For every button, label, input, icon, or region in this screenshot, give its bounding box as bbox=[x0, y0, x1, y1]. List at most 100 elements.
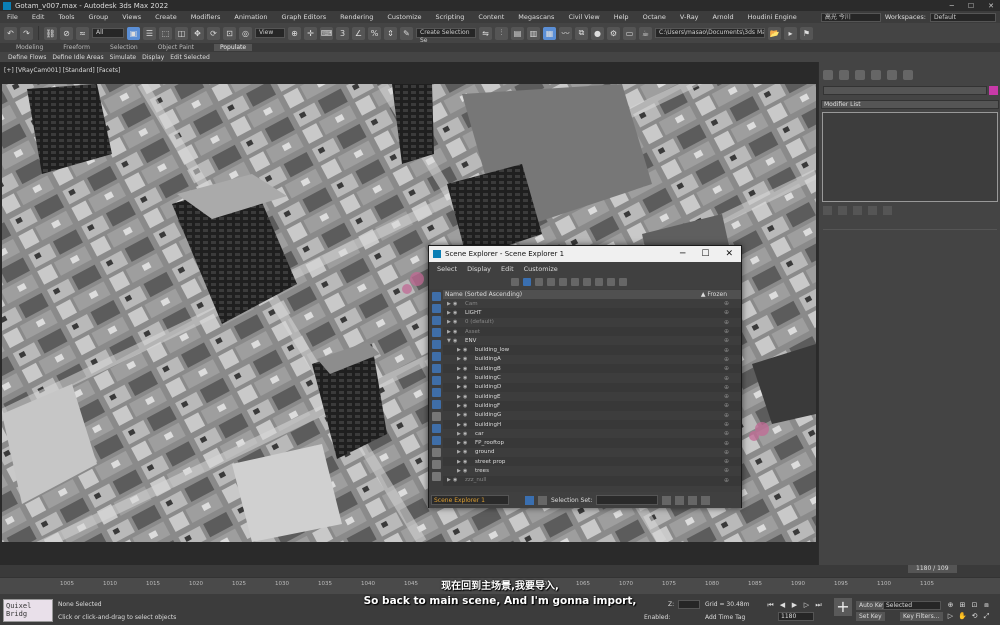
display-all-icon[interactable] bbox=[431, 292, 441, 301]
redo-icon[interactable]: ↷ bbox=[20, 26, 33, 40]
lights-filter-icon[interactable] bbox=[431, 328, 441, 337]
frozen-toggle-icon[interactable]: ⊕ bbox=[724, 412, 729, 419]
frozen-toggle-icon[interactable]: ⊕ bbox=[724, 356, 729, 363]
select-none-icon[interactable] bbox=[431, 460, 441, 469]
hierarchy-tab-icon[interactable] bbox=[855, 70, 865, 80]
curve-editor-icon[interactable]: 〰 bbox=[559, 26, 572, 40]
object-color-swatch[interactable] bbox=[989, 86, 998, 95]
region-select-icon[interactable]: ⬚ bbox=[159, 26, 172, 40]
rotate-icon[interactable]: ⟳ bbox=[207, 26, 220, 40]
align-icon[interactable]: ⫶ bbox=[495, 26, 508, 40]
select-by-name-icon[interactable]: ☰ bbox=[143, 26, 156, 40]
menu-scripting[interactable]: Scripting bbox=[429, 13, 472, 21]
time-slider[interactable] bbox=[0, 565, 1000, 577]
visibility-eye-icon[interactable]: ◉ bbox=[463, 468, 471, 474]
maximize-icon[interactable]: ☐ bbox=[968, 2, 974, 10]
motion-tab-icon[interactable] bbox=[871, 70, 881, 80]
filter-set-icon[interactable] bbox=[701, 495, 711, 505]
display-button[interactable]: Display bbox=[142, 54, 164, 61]
unlink-icon[interactable]: ⊘ bbox=[60, 26, 73, 40]
containers-filter-icon[interactable] bbox=[431, 412, 441, 421]
frozen-toggle-icon[interactable]: ⊕ bbox=[724, 365, 729, 372]
visibility-eye-icon[interactable]: ◉ bbox=[453, 338, 461, 344]
mirror-icon[interactable]: ⇋ bbox=[479, 26, 492, 40]
frozen-toggle-icon[interactable]: ⊕ bbox=[724, 458, 729, 465]
list-item[interactable]: ▶ ◉ ground ⊕ bbox=[443, 447, 741, 458]
groups-filter-icon[interactable] bbox=[431, 376, 441, 385]
menu-content[interactable]: Content bbox=[471, 13, 511, 21]
menu-arnold[interactable]: Arnold bbox=[706, 13, 741, 21]
menu-animation[interactable]: Animation bbox=[227, 13, 274, 21]
move-icon[interactable]: ✥ bbox=[191, 26, 204, 40]
se-menu-customize[interactable]: Customize bbox=[524, 265, 558, 273]
layer-settings-icon[interactable] bbox=[619, 278, 627, 286]
layer-explorer-toggle-icon[interactable] bbox=[525, 495, 534, 505]
visibility-eye-icon[interactable]: ◉ bbox=[463, 366, 471, 372]
visibility-eye-icon[interactable]: ◉ bbox=[463, 431, 471, 437]
remove-modifier-icon[interactable] bbox=[868, 206, 877, 215]
edit-set-icon[interactable] bbox=[675, 495, 685, 505]
add-to-layer-icon[interactable] bbox=[583, 278, 591, 286]
object-name-field[interactable] bbox=[823, 86, 987, 95]
menu-octane[interactable]: Octane bbox=[636, 13, 673, 21]
define-flows-button[interactable]: Define Flows bbox=[8, 54, 46, 61]
create-layer-icon[interactable] bbox=[547, 278, 555, 286]
undo-icon[interactable]: ↶ bbox=[4, 26, 17, 40]
place-icon[interactable]: ◎ bbox=[239, 26, 252, 40]
window-crossing-icon[interactable]: ◫ bbox=[175, 26, 188, 40]
spacewarps-filter-icon[interactable] bbox=[431, 364, 441, 373]
frozen-toggle-icon[interactable]: ⊕ bbox=[724, 347, 729, 354]
list-item[interactable]: ▶ ◉ building_low ⊕ bbox=[443, 345, 741, 354]
menu-civil-view[interactable]: Civil View bbox=[561, 13, 606, 21]
ribbon-tab-freeform[interactable]: Freeform bbox=[63, 44, 90, 51]
visibility-eye-icon[interactable]: ◉ bbox=[453, 329, 461, 335]
field-of-view-icon[interactable]: ▷ bbox=[946, 612, 955, 620]
menu-vray[interactable]: V-Ray bbox=[673, 13, 706, 21]
visibility-eye-icon[interactable]: ◉ bbox=[463, 384, 471, 390]
menu-customize[interactable]: Customize bbox=[380, 13, 428, 21]
list-item[interactable]: ▶ ◉ LIGHT ⊕ bbox=[443, 308, 741, 317]
list-item[interactable]: ▶ ◉ buildingB ⊕ bbox=[443, 364, 741, 373]
frozen-toggle-icon[interactable]: ⊕ bbox=[724, 393, 729, 400]
spinner-snap-icon[interactable]: ⇕ bbox=[384, 26, 397, 40]
workspace-dropdown[interactable]: Default bbox=[930, 12, 996, 22]
sort-layers-icon[interactable] bbox=[571, 278, 579, 286]
link-icon[interactable]: ⛓ bbox=[44, 26, 57, 40]
hidden-filter-icon[interactable] bbox=[431, 436, 441, 445]
modifier-stack[interactable] bbox=[822, 112, 998, 202]
toggle-scene-explorer-icon[interactable]: ▤ bbox=[511, 26, 524, 40]
menu-graph-editors[interactable]: Graph Editors bbox=[275, 13, 334, 21]
menu-create[interactable]: Create bbox=[148, 13, 184, 21]
visibility-eye-icon[interactable]: ◉ bbox=[463, 459, 471, 465]
manipulate-icon[interactable]: ✛ bbox=[304, 26, 317, 40]
keyboard-shortcut-icon[interactable]: ⌨ bbox=[320, 26, 333, 40]
modifier-list-dropdown[interactable]: Modifier List bbox=[821, 100, 999, 109]
frozen-toggle-icon[interactable]: ⊕ bbox=[724, 449, 729, 456]
select-object-icon[interactable]: ▣ bbox=[127, 26, 140, 40]
close-icon[interactable]: ✕ bbox=[725, 249, 733, 259]
visibility-eye-icon[interactable]: ◉ bbox=[463, 356, 471, 362]
visibility-eye-icon[interactable]: ◉ bbox=[463, 412, 471, 418]
render-setup-icon[interactable]: ⚙ bbox=[607, 26, 620, 40]
key-filters-button[interactable]: Key Filters... bbox=[900, 612, 943, 621]
set-key-button[interactable]: Set Key bbox=[856, 612, 885, 621]
se-menu-edit[interactable]: Edit bbox=[501, 265, 514, 273]
toggle-layer-explorer-icon[interactable]: ▥ bbox=[527, 26, 540, 40]
scene-explorer-titlebar[interactable]: Scene Explorer - Scene Explorer 1 ─ ☐ ✕ bbox=[429, 246, 741, 262]
ribbon-tab-modeling[interactable]: Modeling bbox=[16, 44, 43, 51]
browse-icon[interactable]: ▸ bbox=[784, 26, 797, 40]
menu-file[interactable]: File bbox=[0, 13, 25, 21]
list-item[interactable]: ▶ ◉ 0 (default) ⊕ bbox=[443, 317, 741, 327]
visibility-eye-icon[interactable]: ◉ bbox=[463, 422, 471, 428]
render-production-icon[interactable]: ☕ bbox=[639, 26, 652, 40]
sort-icon[interactable] bbox=[538, 495, 547, 505]
named-selection-sets-dropdown[interactable]: Create Selection Se bbox=[416, 28, 476, 44]
ribbon-tab-populate[interactable]: Populate bbox=[213, 44, 253, 51]
menu-megascans[interactable]: Megascans bbox=[511, 13, 561, 21]
project-folder-path[interactable]: C:\Users\masao\Documents\3ds Max 2022 bbox=[655, 28, 765, 38]
menu-group[interactable]: Group bbox=[82, 13, 116, 21]
se-menu-display[interactable]: Display bbox=[467, 265, 491, 273]
frozen-toggle-icon[interactable]: ⊕ bbox=[724, 384, 729, 391]
frozen-toggle-icon[interactable]: ⊕ bbox=[724, 328, 729, 335]
reference-coord-dropdown[interactable]: View bbox=[255, 28, 285, 38]
